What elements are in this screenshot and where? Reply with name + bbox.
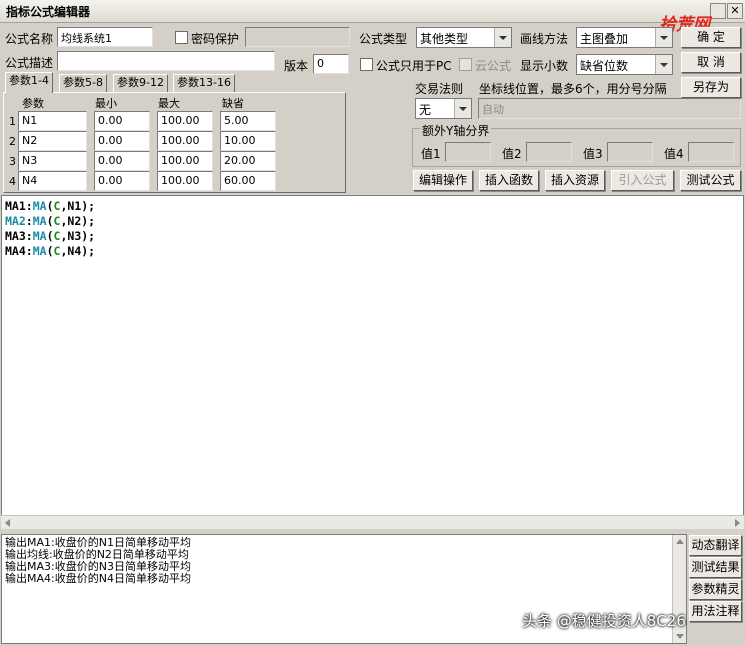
code-line: MA2:MA(C,N2);	[5, 214, 96, 228]
pc-only-checkbox[interactable]	[360, 58, 373, 71]
close-icon[interactable]: ✕	[727, 3, 743, 19]
param-row-index: 1	[9, 115, 16, 128]
tab-params-13-16[interactable]: 参数13-16	[173, 74, 235, 92]
y-value-4-input	[688, 142, 734, 162]
param-row-index: 3	[9, 155, 16, 168]
dynamic-translate-button[interactable]: 动态翻译	[689, 535, 742, 556]
param-name-input[interactable]: N4	[18, 171, 87, 191]
save-as-button[interactable]: 另存为	[681, 77, 741, 98]
formula-desc-input[interactable]	[57, 51, 275, 71]
param-min-input[interactable]: 0.00	[94, 111, 150, 131]
code-line: MA4:MA(C,N4);	[5, 244, 96, 258]
tab-params-1-4[interactable]: 参数1-4	[5, 72, 53, 93]
pc-only-label: 公式只用于PC	[376, 59, 452, 73]
test-result-button[interactable]: 测试结果	[689, 557, 742, 578]
scroll-down-icon[interactable]	[676, 634, 684, 639]
test-formula-button[interactable]: 测试公式	[680, 170, 741, 191]
param-header-min: 最小	[95, 97, 117, 110]
watermark: 头条 @稳健投资人8C26	[522, 612, 686, 630]
param-name-input[interactable]: N3	[18, 151, 87, 171]
formula-name-input[interactable]: 均线系统1	[57, 27, 153, 47]
password-label: 密码保护	[191, 32, 240, 46]
title-bar: 指标公式编辑器 ✕	[0, 0, 745, 23]
param-row-index: 4	[9, 175, 16, 188]
trade-rule-label: 交易法则	[415, 82, 464, 96]
decimal-value: 缺省位数	[580, 59, 629, 73]
window-title: 指标公式编辑器	[6, 5, 91, 19]
cancel-button[interactable]: 取 消	[681, 52, 741, 73]
draw-method-value: 主图叠加	[580, 32, 629, 46]
param-default-input[interactable]: 20.00	[220, 151, 276, 171]
cloud-formula-checkbox	[459, 58, 472, 71]
param-header-max: 最大	[158, 97, 180, 110]
decimal-label: 显示小数	[520, 59, 569, 73]
trade-rule-value: 无	[419, 103, 432, 117]
insert-resource-button[interactable]: 插入资源	[545, 170, 605, 191]
code-editor[interactable]: MA1:MA(C,N1); MA2:MA(C,N2); MA3:MA(C,N3)…	[1, 195, 744, 529]
param-row-index: 2	[9, 135, 16, 148]
tab-params-9-12[interactable]: 参数9-12	[113, 74, 168, 92]
y-value-2-input	[526, 142, 572, 162]
version-input[interactable]: 0	[313, 54, 349, 74]
param-default-input[interactable]: 5.00	[220, 111, 276, 131]
code-line: MA3:MA(C,N3);	[5, 229, 96, 243]
param-min-input[interactable]: 0.00	[94, 171, 150, 191]
insert-function-button[interactable]: 插入函数	[479, 170, 539, 191]
version-label: 版本	[284, 59, 309, 73]
param-max-input[interactable]: 100.00	[157, 111, 213, 131]
chevron-down-icon	[655, 55, 672, 74]
y-value-1-input	[445, 142, 491, 162]
usage-note-button[interactable]: 用法注释	[689, 601, 742, 622]
cloud-formula-label: 云公式	[475, 59, 512, 73]
chevron-down-icon	[494, 28, 511, 47]
draw-method-select[interactable]: 主图叠加	[576, 27, 673, 48]
param-max-input[interactable]: 100.00	[157, 131, 213, 151]
y-value-4-label: 值4	[664, 147, 684, 161]
param-header-name: 参数	[22, 97, 44, 110]
decimal-select[interactable]: 缺省位数	[576, 54, 673, 75]
edit-operation-button[interactable]: 编辑操作	[413, 170, 473, 191]
chevron-down-icon	[454, 99, 471, 118]
trade-rule-select[interactable]: 无	[415, 98, 472, 119]
param-wizard-button[interactable]: 参数精灵	[689, 579, 742, 600]
param-min-input[interactable]: 0.00	[94, 131, 150, 151]
y-value-3-label: 值3	[583, 147, 603, 161]
param-max-input[interactable]: 100.00	[157, 151, 213, 171]
param-min-input[interactable]: 0.00	[94, 151, 150, 171]
param-default-input[interactable]: 10.00	[220, 131, 276, 151]
formula-type-label: 公式类型	[359, 32, 408, 46]
tab-params-5-8[interactable]: 参数5-8	[59, 74, 107, 92]
scroll-right-icon[interactable]	[735, 519, 740, 527]
formula-type-select[interactable]: 其他类型	[416, 27, 512, 48]
draw-method-label: 画线方法	[520, 32, 569, 46]
formula-desc-label: 公式描述	[5, 56, 54, 70]
scroll-left-icon[interactable]	[5, 519, 10, 527]
param-default-input[interactable]: 60.00	[220, 171, 276, 191]
password-input	[245, 27, 350, 47]
import-formula-button[interactable]: 引入公式	[611, 170, 674, 191]
scroll-up-icon[interactable]	[676, 539, 684, 544]
editor-horizontal-scrollbar[interactable]	[1, 515, 744, 529]
param-name-input[interactable]: N2	[18, 131, 87, 151]
formula-name-label: 公式名称	[5, 32, 54, 46]
y-value-1-label: 值1	[421, 147, 441, 161]
extra-y-axis-label: 额外Y轴分界	[420, 122, 492, 139]
output-line: 输出MA4:收盘价的N4日简单移动平均	[5, 572, 191, 585]
y-value-3-input	[607, 142, 653, 162]
param-name-input[interactable]: N1	[18, 111, 87, 131]
y-value-2-label: 值2	[502, 147, 522, 161]
formula-editor-window: 指标公式编辑器 ✕ 拾荒网 公式名称 均线系统1 密码保护 公式类型 其他类型 …	[0, 0, 745, 646]
param-header-default: 缺省	[222, 97, 244, 110]
coord-line-label: 坐标线位置，最多6个，用分号分隔	[479, 82, 667, 96]
coord-line-input: 自动	[478, 98, 741, 119]
chevron-down-icon	[655, 28, 672, 47]
password-checkbox[interactable]	[175, 31, 188, 44]
code-line: MA1:MA(C,N1);	[5, 199, 96, 213]
formula-type-value: 其他类型	[420, 32, 469, 46]
param-max-input[interactable]: 100.00	[157, 171, 213, 191]
ok-button[interactable]: 确 定	[681, 27, 741, 48]
maximize-icon[interactable]	[710, 3, 726, 19]
